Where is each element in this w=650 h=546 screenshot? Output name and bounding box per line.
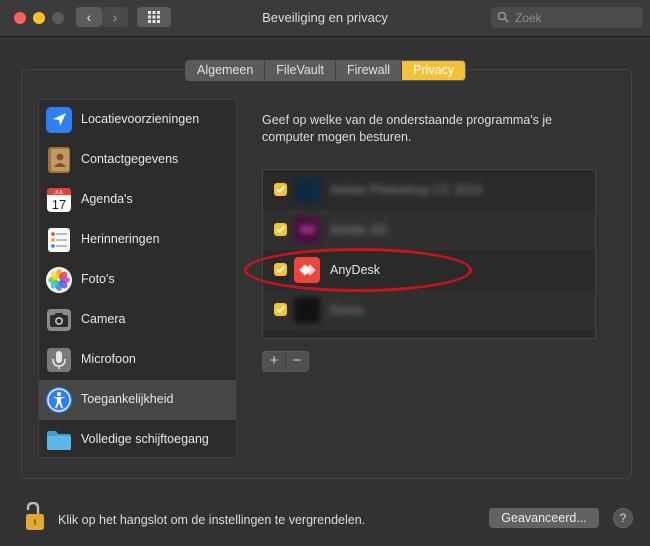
photos-flower-icon [46, 267, 72, 293]
calendar-icon: JUL 17 [47, 188, 71, 212]
sidebar-item-location[interactable]: Locatievoorzieningen [39, 100, 236, 140]
camera-icon [47, 309, 71, 331]
calendar-month-text: JUL [54, 190, 64, 196]
sidebar-item-label: Contactgegevens [81, 152, 179, 166]
app-row: Xd Adobe XD [263, 210, 595, 250]
advanced-button[interactable]: Geavanceerd... [489, 508, 599, 528]
sidebar-item-accessibility[interactable]: Toegankelijkheid [39, 380, 236, 420]
sidebar-item-calendars[interactable]: JUL 17 Agenda's [39, 180, 236, 220]
adobe-xd-icon: Xd [294, 217, 320, 243]
photoshop-icon [294, 177, 320, 203]
checkmark-icon [276, 185, 285, 194]
sidebar-item-label: Toegankelijkheid [81, 392, 174, 406]
app-row: Adobe Photoshop CC 2019 [263, 170, 595, 210]
sidebar-item-camera[interactable]: Camera [39, 300, 236, 340]
app-name: AnyDesk [330, 263, 381, 277]
search-icon [497, 11, 509, 23]
sidebar-item-contacts[interactable]: Contactgegevens [39, 140, 236, 180]
remove-app-button[interactable]: − [285, 352, 308, 371]
section-description: Geef op welke van de onderstaande progra… [262, 113, 553, 144]
preferences-window: ‹ › Beveiliging en privacy Algemeen File… [0, 0, 650, 546]
tab-filevault[interactable]: FileVault [265, 61, 337, 80]
location-arrow-icon [46, 107, 72, 133]
add-remove-control: + − [262, 351, 309, 372]
tab-firewall[interactable]: Firewall [336, 61, 403, 80]
app-row: Dores [263, 290, 595, 330]
sidebar-item-full-disk-access[interactable]: Volledige schijftoegang [39, 420, 236, 460]
checkmark-icon [276, 225, 285, 234]
checkmark-icon [276, 305, 285, 314]
search-input[interactable] [513, 8, 641, 28]
tab-bar: Algemeen FileVault Firewall Privacy [185, 60, 467, 81]
app-name: Adobe Photoshop CC 2019 [330, 183, 483, 197]
calendar-day-text: 17 [52, 197, 66, 212]
app-checkbox[interactable] [274, 183, 287, 196]
app-checkbox[interactable] [274, 303, 287, 316]
privacy-category-list: Locatievoorzieningen Contactgegevens JUL… [38, 99, 237, 458]
anydesk-icon [294, 257, 320, 283]
app-row: AnyDesk [263, 250, 595, 290]
contacts-book-icon [48, 147, 70, 173]
lock-instruction-text: Klik op het hangslot om de instellingen … [58, 513, 366, 527]
sidebar-item-label: Agenda's [81, 192, 133, 206]
app-permission-list: Adobe Photoshop CC 2019 Xd Adobe XD AnyD… [262, 169, 596, 339]
app-icon [294, 297, 320, 323]
sidebar-item-label: Herinneringen [81, 232, 160, 246]
app-name: Dores [330, 303, 364, 317]
sidebar-item-photos[interactable]: Foto's [39, 260, 236, 300]
app-checkbox[interactable] [274, 263, 287, 276]
folder-icon [47, 431, 71, 450]
sidebar-item-reminders[interactable]: Herinneringen [39, 220, 236, 260]
sidebar-item-label: Foto's [81, 272, 115, 286]
app-name: Adobe XD [330, 223, 387, 237]
accessibility-icon [46, 387, 72, 413]
sidebar-item-label: Locatievoorzieningen [81, 112, 200, 126]
padlock-open-icon[interactable] [24, 502, 46, 532]
microphone-icon [47, 348, 71, 372]
tab-privacy[interactable]: Privacy [402, 61, 466, 80]
sidebar-item-label: Camera [81, 312, 126, 326]
reminders-list-icon [48, 228, 70, 252]
title-bar: ‹ › Beveiliging en privacy [0, 0, 650, 37]
tab-general[interactable]: Algemeen [186, 61, 266, 80]
search-field[interactable] [491, 7, 643, 28]
sidebar-item-microphone[interactable]: Microfoon [39, 340, 236, 380]
add-app-button[interactable]: + [263, 352, 285, 371]
checkmark-icon [276, 265, 285, 274]
app-checkbox[interactable] [274, 223, 287, 236]
help-button[interactable]: ? [613, 508, 633, 528]
sidebar-item-label: Microfoon [81, 352, 136, 366]
sidebar-item-label: Volledige schijftoegang [81, 432, 209, 446]
